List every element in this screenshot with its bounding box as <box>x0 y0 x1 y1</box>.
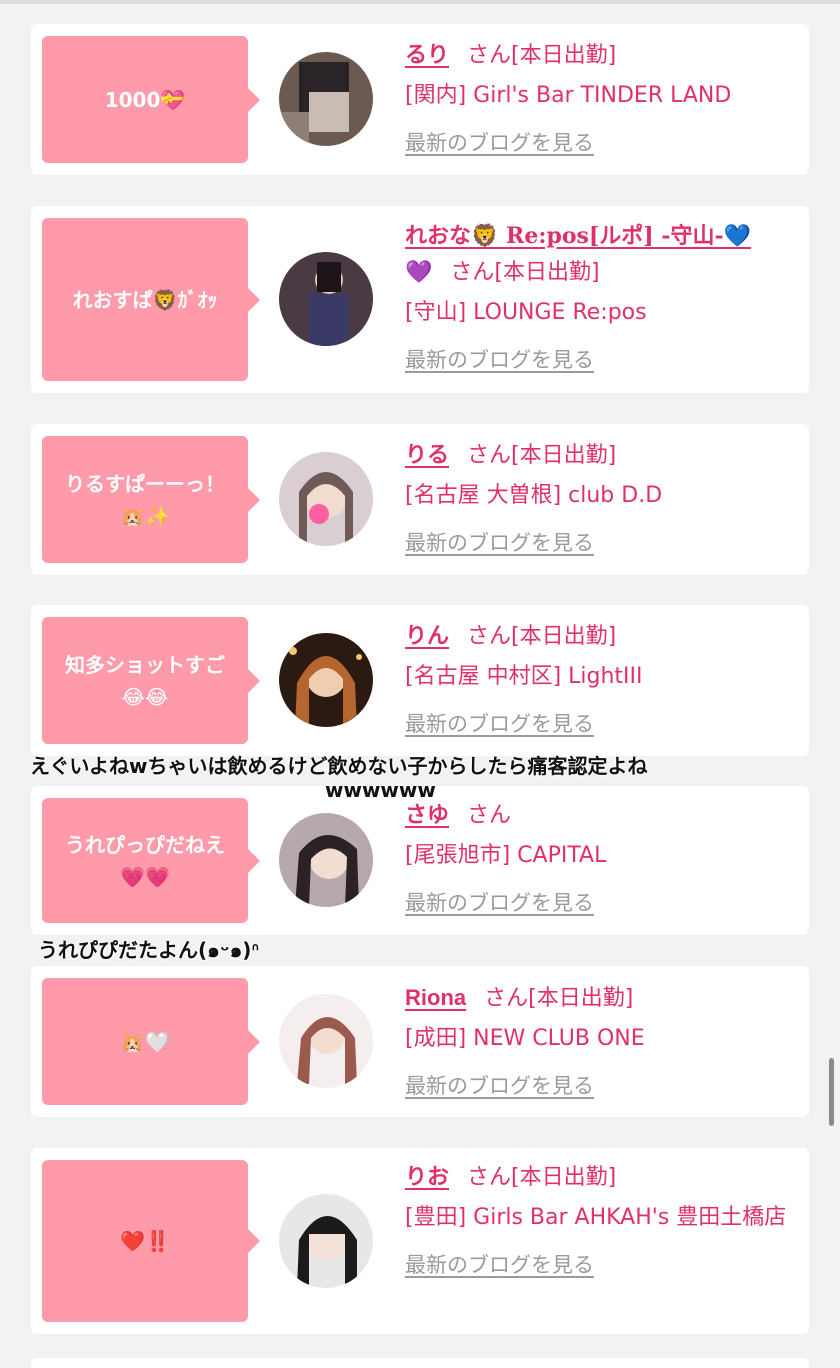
avatar[interactable] <box>279 52 373 146</box>
cast-card: りるすぱーーっ！ 🐹✨ りる さん[本日出勤] [名古屋 大曽根] club D.… <box>31 424 809 575</box>
cast-status: さん <box>467 803 512 828</box>
cast-status: さん[本日出勤] <box>450 260 600 285</box>
cast-card: 🐹🤍 Riona さん[本日出勤] [成田] NEW CLUB ONE 最新のブロ… <box>31 966 809 1117</box>
cast-status: さん[本日出勤] <box>467 443 617 468</box>
top-divider <box>0 0 840 4</box>
cast-name-link[interactable]: りん <box>405 624 449 649</box>
cast-status: さん[本日出勤] <box>467 1165 617 1190</box>
shop-name: [名古屋 大曽根] club D.D <box>405 483 663 508</box>
scrollbar[interactable] <box>829 1058 834 1126</box>
shop-name: [名古屋 中村区] LightIII <box>405 664 643 689</box>
avatar[interactable] <box>279 813 373 907</box>
cast-name-link[interactable]: るり <box>405 43 449 68</box>
shop-name: [尾張旭市] CAPITAL <box>405 843 607 868</box>
comment-bubble: 知多ショットすご 😂😂 <box>42 617 260 744</box>
avatar[interactable] <box>279 252 373 346</box>
blog-link[interactable]: 最新のブログを見る <box>405 345 594 375</box>
comment-bubble: ❤️‼️ <box>42 1160 260 1322</box>
cast-info: りお さん[本日出勤] [豊田] Girls Bar AHKAH's 豊田土橋店 … <box>405 1160 795 1280</box>
cast-info: りん さん[本日出勤] [名古屋 中村区] LightIII 最新のブログを見る <box>405 619 795 739</box>
blog-link[interactable]: 最新のブログを見る <box>405 1071 594 1101</box>
avatar[interactable] <box>279 452 373 546</box>
cast-name-link[interactable]: りる <box>405 443 449 468</box>
cast-name-link-cont[interactable]: 💜 <box>405 260 432 285</box>
next-card-edge <box>31 1358 809 1368</box>
comment-bubble: りるすぱーーっ！ 🐹✨ <box>42 436 260 563</box>
shop-name: [豊田] Girls Bar AHKAH's 豊田土橋店 <box>405 1205 787 1230</box>
comment-bubble: 🐹🤍 <box>42 978 260 1105</box>
cast-info: るり さん[本日出勤] [関内] Girl's Bar TINDER LAND 最… <box>405 38 795 158</box>
cast-card: れおすぱ🦁ｶﾞｵｯ れおな🦁 Re:pos[ルポ] -守山-💙 💜 さん[本日出勤… <box>31 206 809 393</box>
avatar[interactable] <box>279 1194 373 1288</box>
cast-card: ❤️‼️ りお さん[本日出勤] [豊田] Girls Bar AHKAH's 豊… <box>31 1148 809 1334</box>
cast-name-link[interactable]: Riona <box>405 985 466 1010</box>
cast-info: れおな🦁 Re:pos[ルポ] -守山-💙 💜 さん[本日出勤] [守山] LOU… <box>405 218 795 375</box>
cast-card: 知多ショットすご 😂😂 りん さん[本日出勤] [名古屋 中村区] LightII… <box>31 605 809 756</box>
comment-bubble: れおすぱ🦁ｶﾞｵｯ <box>42 218 260 381</box>
comment-bubble: 1000💝 <box>42 36 260 163</box>
comment-bubble: うれぴっぴだねえ 💗💗 <box>42 798 260 923</box>
shop-name: [守山] LOUNGE Re:pos <box>405 300 647 325</box>
cast-status: さん[本日出勤] <box>484 986 634 1011</box>
cast-name-link[interactable]: れおな🦁 Re:pos[ルポ] -守山-💙 <box>405 223 751 249</box>
cast-name-link[interactable]: りお <box>405 1165 449 1190</box>
cast-card: うれぴっぴだねえ 💗💗 さゆ さん [尾張旭市] CAPITAL 最新のブログを見… <box>31 786 809 935</box>
overlay-comment: うれぴぴだたよん(๑ᵕ๑)ᐢ <box>38 938 260 962</box>
blog-link[interactable]: 最新のブログを見る <box>405 1250 594 1280</box>
blog-link[interactable]: 最新のブログを見る <box>405 128 594 158</box>
blog-link[interactable]: 最新のブログを見る <box>405 709 594 739</box>
cast-info: さゆ さん [尾張旭市] CAPITAL 最新のブログを見る <box>405 798 795 918</box>
avatar[interactable] <box>279 633 373 727</box>
avatar[interactable] <box>279 994 373 1088</box>
blog-link[interactable]: 最新のブログを見る <box>405 528 594 558</box>
shop-name: [成田] NEW CLUB ONE <box>405 1026 645 1051</box>
cast-status: さん[本日出勤] <box>467 43 617 68</box>
overlay-comment: wwwwww <box>325 778 436 802</box>
cast-info: Riona さん[本日出勤] [成田] NEW CLUB ONE 最新のブログを見… <box>405 980 795 1101</box>
cast-status: さん[本日出勤] <box>467 624 617 649</box>
shop-name: [関内] Girl's Bar TINDER LAND <box>405 83 732 108</box>
blog-link[interactable]: 最新のブログを見る <box>405 888 594 918</box>
cast-card: 1000💝 るり さん[本日出勤] [関内] Girl's Bar TINDER … <box>31 24 809 175</box>
cast-info: りる さん[本日出勤] [名古屋 大曽根] club D.D 最新のブログを見る <box>405 438 795 558</box>
overlay-comment: えぐいよねwちゃいは飲めるけど飲めない子からしたら痛客認定よね <box>30 754 648 778</box>
cast-name-link[interactable]: さゆ <box>405 803 449 828</box>
